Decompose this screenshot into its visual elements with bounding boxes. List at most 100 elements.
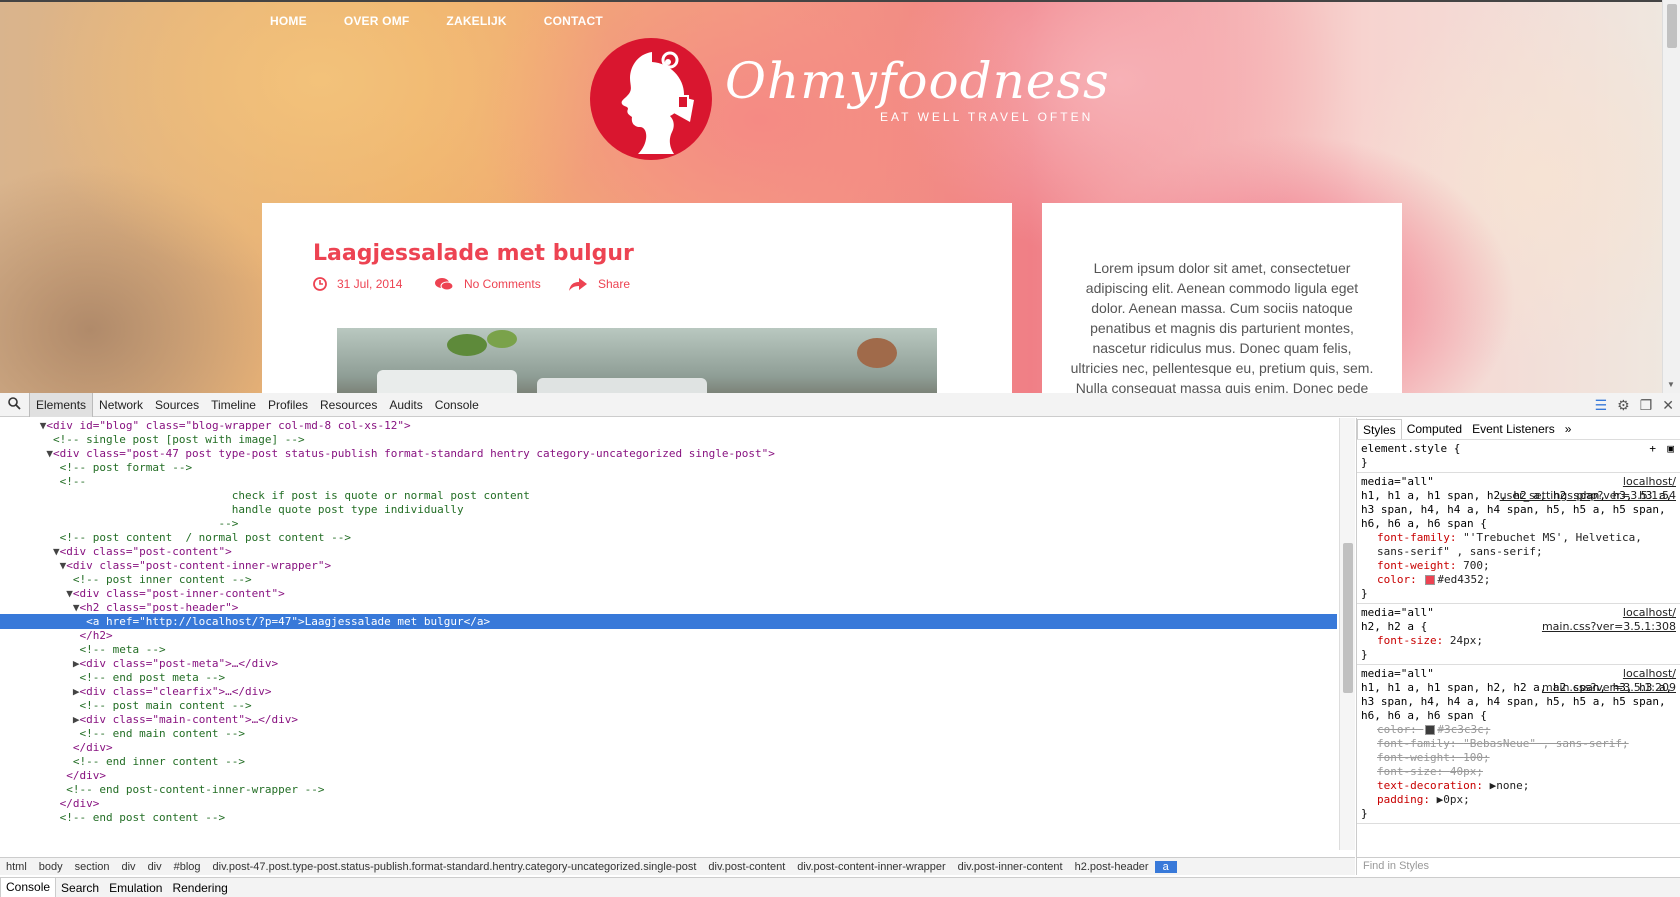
dom-node-line[interactable]: ▶<div class="clearfix">…</div>: [0, 684, 1337, 699]
tab-profiles[interactable]: Profiles: [262, 398, 314, 412]
selected-node[interactable]: <a href="http://localhost/?p=47">Laagjes…: [0, 614, 1337, 629]
css-property[interactable]: font-size: 40px;: [1361, 765, 1676, 779]
rule-source-link[interactable]: main.css?ver=3.5.1:209: [1542, 681, 1676, 695]
dom-node-line[interactable]: handle quote post type individually: [0, 502, 1337, 517]
page-scrollbar[interactable]: ▼: [1662, 0, 1680, 393]
dom-node-line[interactable]: ▶<div class="main-content">…</div>: [0, 712, 1337, 727]
dom-node-line[interactable]: ▼<div class="post-inner-content">: [0, 586, 1337, 601]
expand-triangle-icon[interactable]: ▼: [46, 447, 53, 460]
dom-node-line[interactable]: ▼<div class="post-47 post type-post stat…: [0, 446, 1337, 461]
console-drawer-icon[interactable]: ☰: [1595, 397, 1608, 414]
dom-node-line[interactable]: <!-- end post meta -->: [0, 670, 1337, 685]
breadcrumb-item[interactable]: div.post-content-inner-wrapper: [791, 861, 951, 873]
breadcrumb-item[interactable]: div.post-content: [702, 861, 791, 873]
dom-node-line[interactable]: </div>: [0, 796, 1337, 811]
css-rule[interactable]: media="all" localhost/user_settings.php?v…: [1357, 473, 1680, 604]
nav-zakelijk[interactable]: ZAKELIJK: [446, 14, 506, 28]
breadcrumb-item[interactable]: #blog: [168, 861, 207, 873]
breadcrumb-item[interactable]: a: [1154, 860, 1177, 873]
dom-node-line[interactable]: </div>: [0, 740, 1337, 755]
logo-wordmark[interactable]: Ohmyfoodness: [725, 52, 1110, 110]
drawer-tab-emulation[interactable]: Emulation: [104, 881, 167, 895]
nav-contact[interactable]: CONTACT: [544, 14, 603, 28]
tab-console[interactable]: Console: [429, 398, 485, 412]
drawer-tab-console[interactable]: Console: [0, 878, 57, 897]
dom-node-line[interactable]: <!-- post content / normal post content …: [0, 530, 1337, 545]
tab-elements[interactable]: Elements: [29, 392, 94, 417]
post-share-meta[interactable]: Share: [568, 277, 630, 291]
tab-network[interactable]: Network: [93, 398, 149, 412]
css-rule[interactable]: media="all" localhost/main.css?ver=3.5.1:…: [1357, 665, 1680, 824]
color-swatch[interactable]: [1425, 725, 1436, 735]
tab-styles[interactable]: Styles: [1357, 418, 1402, 439]
nav-over-omf[interactable]: OVER OMF: [344, 14, 410, 28]
post-share[interactable]: Share: [598, 277, 630, 291]
dom-node-line[interactable]: -->: [0, 516, 1337, 531]
expand-triangle-icon[interactable]: ▼: [66, 587, 73, 600]
elements-scrollbar[interactable]: [1339, 418, 1355, 850]
post-comments-meta[interactable]: No Comments: [434, 277, 541, 291]
gear-icon[interactable]: ⚙: [1617, 397, 1630, 414]
css-property[interactable]: font-weight: 100;: [1361, 751, 1676, 765]
breadcrumb-item[interactable]: div: [116, 861, 142, 873]
dom-node-line[interactable]: <!-- single post [post with image] -->: [0, 432, 1337, 447]
rule-source-link[interactable]: localhost/: [1623, 606, 1676, 620]
dom-node-line[interactable]: ▼<h2 class="post-header">: [0, 600, 1337, 615]
css-property[interactable]: color: #ed4352;: [1361, 573, 1676, 587]
dom-node-line[interactable]: check if post is quote or normal post co…: [0, 488, 1337, 503]
post-comments[interactable]: No Comments: [464, 277, 541, 291]
css-property[interactable]: font-family: "BebasNeue" , sans-serif;: [1361, 737, 1676, 751]
search-icon[interactable]: [0, 396, 29, 413]
css-property[interactable]: font-weight: 700;: [1361, 559, 1676, 573]
dom-node-line[interactable]: <!-- post inner content -->: [0, 572, 1337, 587]
element-state-icon[interactable]: ▣: [1667, 442, 1674, 456]
css-property[interactable]: font-family: "'Trebuchet MS', Helvetica,…: [1361, 531, 1676, 559]
dom-node-line[interactable]: <!-- post format -->: [0, 460, 1337, 475]
expand-triangle-icon[interactable]: ▼: [53, 545, 60, 558]
drawer-tab-search[interactable]: Search: [56, 881, 104, 895]
rule-source-link[interactable]: localhost/: [1623, 475, 1676, 489]
dom-node-line[interactable]: ▼<div class="post-content-inner-wrapper"…: [0, 558, 1337, 573]
breadcrumb-item[interactable]: h2.post-header: [1069, 861, 1155, 873]
tab-event-listeners[interactable]: Event Listeners: [1467, 422, 1560, 436]
breadcrumb-item[interactable]: div.post-47.post.type-post.status-publis…: [207, 861, 703, 873]
dom-node-line[interactable]: <!-- end inner content -->: [0, 754, 1337, 769]
drawer-tab-rendering[interactable]: Rendering: [167, 881, 232, 895]
close-icon[interactable]: ✕: [1662, 397, 1674, 414]
elements-scrollbar-thumb[interactable]: [1343, 543, 1353, 693]
css-property[interactable]: font-size: 24px;: [1361, 634, 1676, 648]
tab-audits[interactable]: Audits: [383, 398, 428, 412]
element-style-rule[interactable]: element.style { } + ▣: [1357, 440, 1680, 473]
more-tabs-icon[interactable]: »: [1560, 422, 1577, 436]
find-in-styles-input[interactable]: Find in Styles: [1356, 857, 1680, 875]
breadcrumb-item[interactable]: div: [142, 861, 168, 873]
nav-home[interactable]: HOME: [270, 14, 307, 28]
dom-node-line[interactable]: <!-- meta -->: [0, 642, 1337, 657]
css-property[interactable]: color: #3c3c3c;: [1361, 723, 1676, 737]
elements-tree[interactable]: ▼ <div id="blog" class="blog-wrapper col-…: [0, 418, 1337, 850]
dom-node-line[interactable]: ▼<div id="blog" class="blog-wrapper col-…: [0, 418, 1337, 433]
breadcrumb-item[interactable]: section: [69, 861, 116, 873]
breadcrumb-item[interactable]: body: [33, 861, 69, 873]
dom-node-line[interactable]: <!-- end post-content-inner-wrapper -->: [0, 782, 1337, 797]
css-property[interactable]: text-decoration: ▶none;: [1361, 779, 1676, 793]
dom-node-line[interactable]: ▶<div class="post-meta">…</div>: [0, 656, 1337, 671]
rule-source-link[interactable]: user_settings.php?ver=3.5.1:54: [1500, 489, 1676, 503]
tab-resources[interactable]: Resources: [314, 398, 383, 412]
css-property[interactable]: padding: ▶0px;: [1361, 793, 1676, 807]
add-rule-icon[interactable]: +: [1649, 442, 1656, 456]
logo-icon[interactable]: [590, 38, 712, 160]
dom-node-line[interactable]: </div>: [0, 768, 1337, 783]
dom-node-line[interactable]: ▼<div class="post-content">: [0, 544, 1337, 559]
css-rule[interactable]: media="all" localhost/main.css?ver=3.5.1:…: [1357, 604, 1680, 665]
dom-node-line[interactable]: <!-- end main content -->: [0, 726, 1337, 741]
page-scrollbar-thumb[interactable]: [1667, 4, 1677, 48]
dom-node-line[interactable]: <!-- post main content -->: [0, 698, 1337, 713]
post-title[interactable]: Laagjessalade met bulgur: [313, 241, 634, 266]
color-swatch[interactable]: [1425, 575, 1436, 585]
dom-node-line[interactable]: <!--: [0, 474, 1337, 489]
rule-source-link[interactable]: localhost/: [1623, 667, 1676, 681]
tab-computed[interactable]: Computed: [1402, 422, 1467, 436]
dock-icon[interactable]: ❐: [1640, 397, 1653, 414]
tab-sources[interactable]: Sources: [149, 398, 205, 412]
